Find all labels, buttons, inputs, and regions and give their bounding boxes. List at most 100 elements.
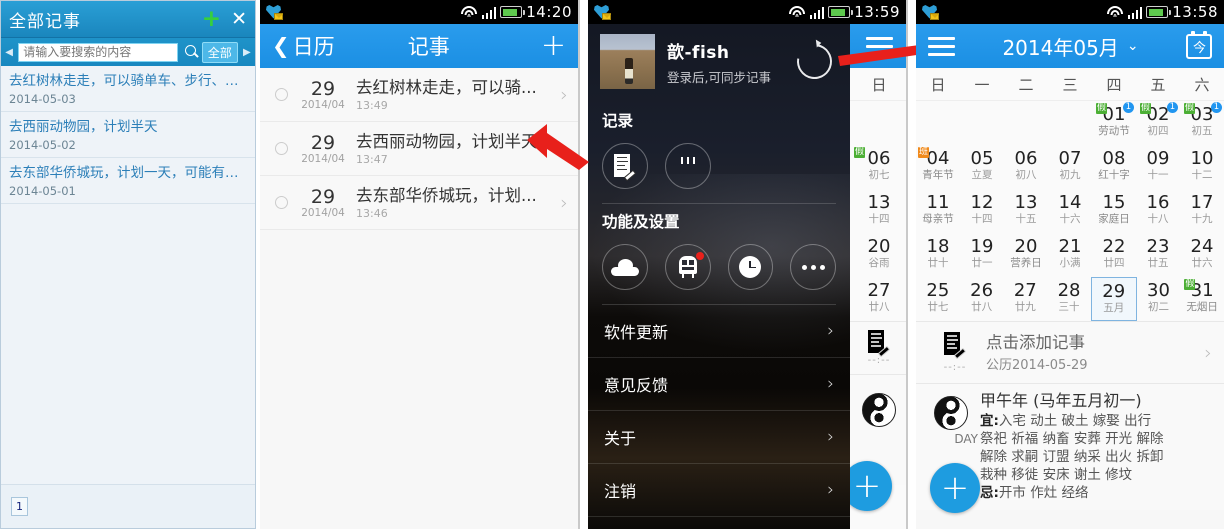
calendar-cell[interactable]: 14 十六 bbox=[1048, 189, 1092, 233]
yin-yang-icon bbox=[934, 396, 968, 430]
calendar-cell[interactable]: 假 1 01 劳动节 bbox=[1092, 101, 1136, 145]
chevron-left-icon[interactable]: ◀ bbox=[5, 47, 13, 58]
filter-all-button[interactable]: 全部 bbox=[201, 41, 238, 63]
status-clock: 13:58 bbox=[1172, 3, 1218, 21]
calendar-cell[interactable]: 16 十八 bbox=[1136, 189, 1180, 233]
calendar-cell[interactable]: 19 廿一 bbox=[960, 233, 1004, 277]
event-count-badge: 1 bbox=[1123, 102, 1134, 113]
calendar-grid: 假 1 01 劳动节 假 1 02 初四 假 1 03 初五 班 04 青年节 … bbox=[916, 101, 1224, 321]
calendar-cell[interactable]: 假 1 02 初四 bbox=[1136, 101, 1180, 145]
holiday-tag: 假 bbox=[1184, 279, 1196, 290]
calendar-cell[interactable]: 05 立夏 bbox=[960, 145, 1004, 189]
memo-icon bbox=[868, 330, 891, 358]
memo-row-peek[interactable]: --:-- bbox=[850, 321, 906, 375]
add-fab-button[interactable]: + bbox=[850, 461, 892, 511]
row-day: 29 bbox=[310, 185, 336, 208]
sync-refresh-icon[interactable] bbox=[790, 37, 839, 86]
menu-item-logout[interactable]: 注销 › bbox=[588, 464, 850, 517]
calendar-cell[interactable]: 17 十九 bbox=[1180, 189, 1224, 233]
today-icon[interactable]: 今 bbox=[1186, 30, 1212, 59]
calendar-cell[interactable]: 30 初二 bbox=[1137, 277, 1181, 321]
calendar-cell[interactable]: 23 廿五 bbox=[1136, 233, 1180, 277]
holiday-tag: 假 bbox=[854, 147, 866, 158]
calendar-cell[interactable]: 假 31 无烟日 bbox=[1180, 277, 1224, 321]
calendar-cell[interactable]: 15 家庭日 bbox=[1092, 189, 1136, 233]
hamburger-icon[interactable] bbox=[928, 36, 955, 56]
calendar-month-screen: 13:58 2014年05月 ⌄ 今 日 一 二 三 四 五 六 假 1 01 … bbox=[916, 0, 1224, 529]
calendar-cell[interactable]: 11 母亲节 bbox=[916, 189, 960, 233]
menu-item-about[interactable]: 关于 › bbox=[588, 411, 850, 464]
menu-item-feedback[interactable]: 意见反馈 › bbox=[588, 358, 850, 411]
calendar-cell[interactable]: 25 廿七 bbox=[916, 277, 960, 321]
calendar-cell[interactable]: 27 廿八 bbox=[850, 277, 906, 321]
train-button[interactable] bbox=[664, 244, 711, 290]
signal-icon bbox=[1127, 6, 1143, 19]
birthday-button[interactable] bbox=[665, 143, 711, 189]
calendar-cell[interactable]: 21 小满 bbox=[1048, 233, 1092, 277]
calendar-cell[interactable]: 28 三十 bbox=[1047, 277, 1091, 321]
menu-label: 注销 bbox=[604, 482, 637, 501]
calendar-cell[interactable]: 08 红十字 bbox=[1092, 145, 1136, 189]
table-row[interactable]: 29 2014/04 去红树林走走，可以骑... 13:49 › bbox=[260, 68, 578, 122]
add-memo-button[interactable]: + bbox=[202, 7, 221, 31]
calendar-cell[interactable]: 24 廿六 bbox=[1180, 233, 1224, 277]
close-icon[interactable]: ✕ bbox=[231, 9, 247, 29]
table-row[interactable]: 29 2014/04 去东部华侨城玩，计划... 13:46 › bbox=[260, 176, 578, 230]
calendar-cell[interactable]: 12 十四 bbox=[960, 189, 1004, 233]
chevron-down-icon: ⌄ bbox=[1126, 38, 1139, 54]
calendar-cell-selected[interactable]: 29 五月 bbox=[1090, 277, 1137, 321]
memo-icon bbox=[614, 153, 637, 181]
holiday-tag: 假 bbox=[1184, 103, 1196, 114]
calendar-cell[interactable]: 13 十五 bbox=[1004, 189, 1048, 233]
search-input[interactable] bbox=[18, 42, 179, 62]
profile-text: 歆-fish 登录后,可同步记事 bbox=[667, 38, 797, 86]
calendar-cell[interactable]: 06 初八 bbox=[1004, 145, 1048, 189]
battery-icon bbox=[500, 6, 526, 18]
profile-header[interactable]: 歆-fish 登录后,可同步记事 bbox=[588, 24, 850, 103]
memo-button[interactable] bbox=[602, 143, 648, 189]
row-body: 去红树林走走，可以骑... 13:49 bbox=[354, 78, 556, 112]
row-year-month: 2014/04 bbox=[301, 98, 345, 111]
calendar-cell[interactable]: 09 十一 bbox=[1136, 145, 1180, 189]
status-clock: 14:20 bbox=[526, 3, 572, 21]
calendar-cell[interactable]: 班 04 青年节 bbox=[916, 145, 960, 189]
search-icon[interactable] bbox=[183, 43, 197, 61]
calendar-cell[interactable] bbox=[1004, 101, 1048, 145]
page-title: 全部记事 bbox=[9, 11, 81, 32]
list-item[interactable]: 去红树林走走，可以骑单车、步行、… 2014-05-03 bbox=[1, 66, 255, 112]
calendar-cell[interactable] bbox=[916, 101, 960, 145]
calendar-cell[interactable]: 假 06 初七 bbox=[850, 145, 906, 189]
calendar-cell[interactable]: 10 十二 bbox=[1180, 145, 1224, 189]
calendar-cell[interactable]: 假 1 03 初五 bbox=[1180, 101, 1224, 145]
navigation-drawer-screen: 13:59 日 假 06 初七 13 十四 20 谷雨 27 廿八 --:-- … bbox=[588, 0, 908, 529]
list-item[interactable]: 去西丽动物园，计划半天 2014-05-02 bbox=[1, 112, 255, 158]
alarm-button[interactable] bbox=[727, 244, 774, 290]
signal-icon bbox=[481, 6, 497, 19]
more-button[interactable] bbox=[790, 244, 836, 290]
calendar-cell[interactable]: 18 廿十 bbox=[916, 233, 960, 277]
calendar-peek[interactable]: 日 假 06 初七 13 十四 20 谷雨 27 廿八 --:-- + bbox=[850, 24, 906, 529]
holiday-tag: 假 bbox=[1096, 103, 1108, 114]
calendar-cell[interactable] bbox=[1048, 101, 1092, 145]
chevron-right-icon[interactable]: ▶ bbox=[243, 47, 251, 58]
calendar-week: 11 母亲节 12 十四 13 十五 14 十六 15 家庭日 16 十八 17… bbox=[916, 189, 1224, 233]
month-selector[interactable]: 2014年05月 ⌄ bbox=[955, 32, 1186, 61]
calendar-cell[interactable]: 26 廿八 bbox=[960, 277, 1004, 321]
calendar-cell[interactable]: 20 营养日 bbox=[1004, 233, 1048, 277]
add-fab-button[interactable]: + bbox=[930, 463, 980, 513]
menu-item-software-update[interactable]: 软件更新 › bbox=[588, 305, 850, 358]
calendar-cell[interactable]: 20 谷雨 bbox=[850, 233, 906, 277]
calendar-cell[interactable]: 07 初九 bbox=[1048, 145, 1092, 189]
add-memo-button[interactable]: + bbox=[541, 31, 566, 61]
avatar[interactable] bbox=[600, 34, 655, 89]
back-to-calendar-button[interactable]: ❮ 日历 bbox=[272, 31, 335, 61]
calendar-cell[interactable]: 22 廿四 bbox=[1092, 233, 1136, 277]
row-year-month: 2014/04 bbox=[301, 206, 345, 219]
page-number[interactable]: 1 bbox=[11, 497, 28, 516]
calendar-cell[interactable]: 13 十四 bbox=[850, 189, 906, 233]
add-memo-row[interactable]: --:-- 点击添加记事 公历2014-05-29 › bbox=[916, 321, 1224, 384]
list-item[interactable]: 去东部华侨城玩，计划一天，可能有… 2014-05-01 bbox=[1, 158, 255, 204]
calendar-cell[interactable]: 27 廿九 bbox=[1003, 277, 1047, 321]
cloud-button[interactable] bbox=[602, 244, 648, 290]
calendar-cell[interactable] bbox=[960, 101, 1004, 145]
